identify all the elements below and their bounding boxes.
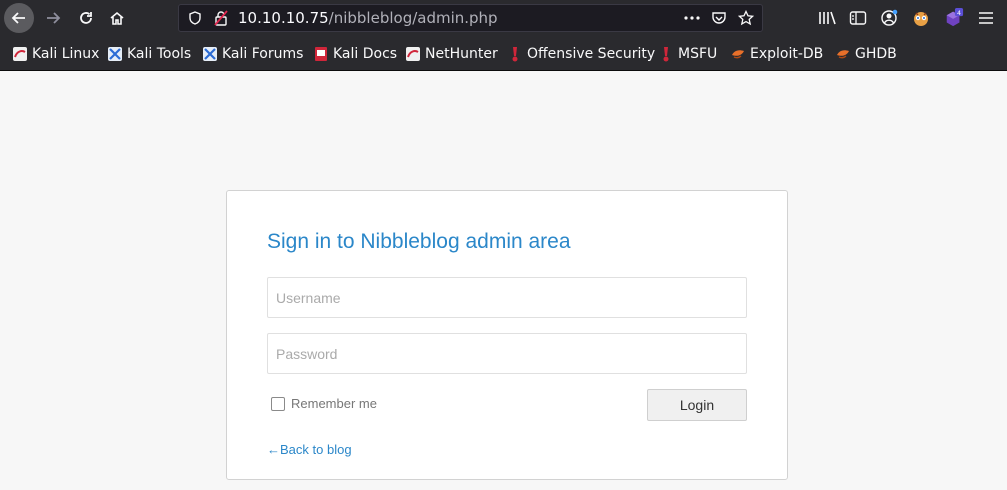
offsec-icon: [507, 46, 523, 62]
bookmark-label: Exploit-DB: [750, 46, 824, 62]
login-title: Sign in to Nibbleblog admin area: [267, 230, 571, 253]
nethunter-icon: [405, 46, 421, 62]
bookmark-kali-linux[interactable]: Kali Linux: [12, 44, 99, 64]
insecure-lock-icon[interactable]: [212, 9, 230, 27]
arrow-left-icon: [11, 12, 25, 24]
remember-checkbox[interactable]: [271, 396, 285, 411]
url-path: /nibbleblog/admin.php: [328, 9, 498, 27]
bookmark-kali-tools[interactable]: Kali Tools: [107, 44, 191, 64]
star-icon[interactable]: [737, 9, 755, 27]
bookmark-label: MSFU: [678, 46, 718, 62]
bookmark-label: Kali Tools: [127, 46, 192, 62]
url-bar[interactable]: 10.10.10.75/nibbleblog/admin.php: [178, 4, 763, 32]
ghdb-icon: [835, 46, 851, 62]
kali-forums-icon: [202, 46, 218, 62]
bookmark-offensive-security[interactable]: Offensive Security: [507, 44, 655, 64]
bookmark-kali-forums[interactable]: Kali Forums: [202, 44, 303, 64]
kali-tools-icon: [107, 46, 123, 62]
exploitdb-icon: [730, 46, 746, 62]
library-icon[interactable]: [817, 8, 837, 28]
home-icon: [110, 11, 124, 25]
kali-docs-icon: [313, 46, 329, 62]
bookmark-exploit-db[interactable]: Exploit-DB: [730, 44, 823, 64]
reload-icon: [80, 12, 92, 24]
bookmark-ghdb[interactable]: GHDB: [835, 44, 897, 64]
bookmark-msfu[interactable]: MSFU: [658, 44, 717, 64]
extension-icon[interactable]: 4: [944, 8, 964, 28]
forward-button[interactable]: [38, 3, 68, 33]
kali-icon: [12, 46, 28, 62]
remember-me: Remember me: [271, 396, 377, 411]
bookmark-label: Kali Linux: [32, 46, 100, 62]
page-content: Sign in to Nibbleblog admin area Remembe…: [0, 71, 1007, 490]
bookmark-label: Kali Docs: [333, 46, 398, 62]
extension-badge: 4: [957, 10, 961, 17]
hamburger-menu-icon[interactable]: [976, 8, 996, 28]
pocket-icon[interactable]: [710, 9, 728, 27]
bookmarks-toolbar: Kali Linux Kali Tools Kali Forums Kali D…: [0, 36, 1007, 71]
home-button[interactable]: [102, 3, 132, 33]
extension-face-icon[interactable]: [911, 8, 931, 28]
login-button[interactable]: Login: [647, 389, 747, 421]
login-card: Sign in to Nibbleblog admin area Remembe…: [226, 190, 788, 480]
account-icon[interactable]: [879, 8, 899, 28]
username-input[interactable]: [267, 277, 747, 318]
password-input[interactable]: [267, 333, 747, 374]
tracking-protection-shield-icon[interactable]: [186, 9, 204, 27]
sidebar-icon[interactable]: [848, 8, 868, 28]
remember-label: Remember me: [291, 396, 377, 411]
arrow-right-icon: [47, 12, 61, 24]
back-to-blog-link[interactable]: ←Back to blog: [267, 442, 352, 457]
bookmark-label: Offensive Security: [527, 46, 656, 62]
reload-button[interactable]: [71, 3, 101, 33]
browser-toolbar: 10.10.10.75/nibbleblog/admin.php 4: [0, 0, 1007, 36]
bookmark-label: Kali Forums: [222, 46, 304, 62]
bookmark-label: GHDB: [855, 46, 897, 62]
back-button[interactable]: [4, 3, 34, 33]
bookmark-nethunter[interactable]: NetHunter: [405, 44, 498, 64]
bookmark-label: NetHunter: [425, 46, 498, 62]
bookmark-kali-docs[interactable]: Kali Docs: [313, 44, 397, 64]
ellipsis-icon[interactable]: [683, 9, 701, 27]
url-text: 10.10.10.75/nibbleblog/admin.php: [238, 9, 498, 27]
msfu-icon: [658, 46, 674, 62]
url-host: 10.10.10.75: [238, 9, 329, 27]
